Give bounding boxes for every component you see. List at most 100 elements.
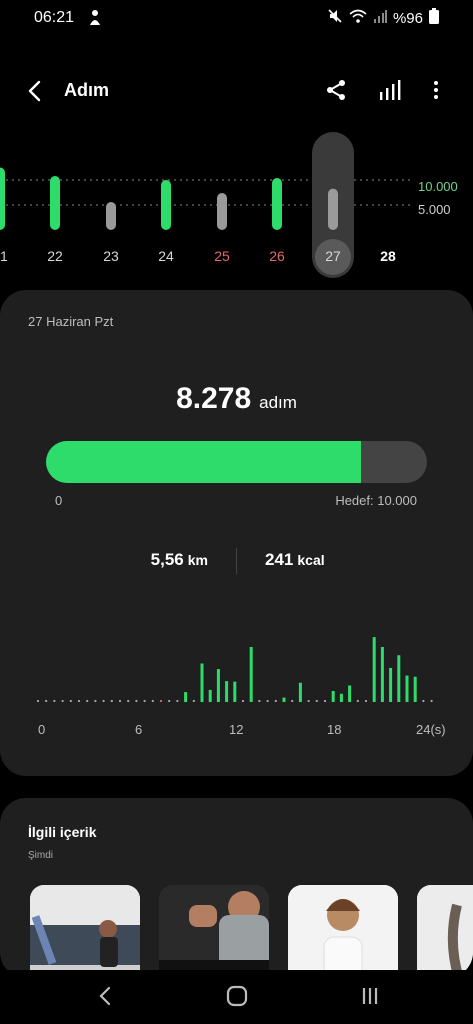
related-title: İlgili içerik — [28, 824, 97, 840]
progress-min-label: 0 — [55, 493, 63, 508]
day-bar-21[interactable] — [0, 167, 5, 231]
hourly-bar — [389, 667, 393, 702]
hourly-dot — [307, 699, 310, 703]
hourly-bar — [413, 676, 417, 702]
share-button[interactable] — [324, 78, 348, 102]
nav-back-button[interactable] — [94, 984, 118, 1008]
related-thumbnail-2[interactable] — [159, 885, 269, 978]
hourly-dot — [291, 699, 294, 703]
goal-line-label-low: 5.000 — [418, 202, 451, 217]
related-thumbnail-4[interactable] — [417, 885, 473, 978]
hourly-bar — [208, 689, 212, 702]
day-label-27[interactable]: 27 — [318, 248, 348, 264]
hourly-chart-svg — [36, 637, 433, 703]
back-button[interactable] — [22, 78, 48, 104]
hourly-bar — [348, 685, 352, 702]
hourly-dot — [135, 699, 138, 703]
day-label-22[interactable]: 22 — [40, 248, 70, 264]
chevron-left-icon — [28, 80, 41, 102]
metric-divider — [236, 548, 237, 574]
hourly-dot — [36, 699, 40, 703]
weekly-steps-chart[interactable]: 10.000 5.000 21 22 23 24 25 26 27 28 — [0, 130, 473, 290]
hourly-dot — [77, 699, 81, 703]
day-bar-22[interactable] — [50, 176, 60, 230]
workout-photo — [159, 885, 269, 978]
progress-goal-label: Hedef: 10.000 — [335, 493, 417, 508]
status-time: 06:21 — [34, 9, 75, 26]
hourly-bar — [184, 692, 188, 702]
hourly-dot — [176, 699, 179, 703]
hourly-dot — [266, 699, 269, 703]
related-subtitle: Şimdi — [28, 850, 54, 861]
hourly-dot — [168, 699, 171, 703]
day-bar-23[interactable] — [106, 202, 116, 230]
battery-icon — [429, 7, 439, 29]
related-thumbnail-1[interactable] — [30, 885, 140, 978]
hourly-dot — [364, 699, 368, 703]
hourly-dot — [110, 699, 113, 703]
day-bar-27[interactable] — [328, 188, 338, 230]
hourly-dot — [86, 699, 89, 703]
status-bar: 06:21 %96 — [0, 0, 473, 36]
hourly-bar — [298, 682, 302, 702]
hourly-dot — [102, 699, 105, 703]
hour-label-0: 0 — [38, 722, 46, 737]
weekly-chart-svg — [0, 132, 410, 278]
nav-recents-button[interactable] — [358, 984, 382, 1008]
hourly-dot — [241, 699, 245, 703]
day-bar-24[interactable] — [161, 180, 171, 230]
nav-home-button[interactable] — [225, 984, 249, 1008]
hourly-dot — [118, 699, 122, 703]
steps-value: 8.278 — [176, 382, 252, 415]
equipment-photo — [417, 885, 473, 978]
day-label-24[interactable]: 24 — [151, 248, 181, 264]
app-header: Adım — [0, 66, 473, 116]
hourly-bar — [339, 693, 343, 702]
hourly-dot — [159, 699, 163, 703]
hourly-dot — [323, 699, 327, 703]
day-bar-25[interactable] — [217, 193, 227, 230]
hour-label-12: 12 — [229, 722, 244, 737]
hourly-dot — [192, 699, 195, 703]
more-options-button[interactable] — [424, 78, 448, 102]
day-label-25[interactable]: 25 — [207, 248, 237, 264]
trends-button[interactable] — [378, 78, 402, 102]
hourly-dot — [143, 699, 146, 703]
hourly-dot — [151, 699, 154, 703]
hourly-dot — [315, 699, 318, 703]
hour-label-18: 18 — [327, 722, 342, 737]
hourly-bar — [372, 637, 376, 702]
daily-summary-card: 27 Haziran Pzt 8.278 adım 0 Hedef: 10.000… — [0, 290, 473, 776]
hourly-dot — [61, 699, 64, 703]
nav-recents-icon — [362, 988, 378, 1004]
calories-value: 241 — [265, 550, 294, 569]
battery-percent: %96 — [392, 9, 423, 27]
yoga-photo — [30, 885, 140, 978]
notification-icon — [87, 9, 103, 27]
hour-label-6: 6 — [135, 722, 143, 737]
hourly-bar — [331, 691, 335, 702]
hourly-dot — [69, 699, 72, 703]
day-label-21[interactable]: 21 — [0, 248, 15, 264]
day-label-23[interactable]: 23 — [96, 248, 126, 264]
hourly-bar — [249, 647, 253, 702]
hourly-dot — [356, 699, 359, 703]
hourly-bar — [397, 655, 401, 702]
goal-progress-bar — [46, 441, 427, 483]
related-content-card: İlgili içerik Şimdi — [0, 798, 473, 978]
hourly-bar — [405, 675, 409, 702]
related-thumbnail-3[interactable] — [288, 885, 398, 978]
distance-value: 5,56 — [150, 550, 184, 569]
hourly-bar — [233, 681, 237, 702]
hourly-dot — [422, 699, 425, 703]
distance-metric: 5,56 km — [151, 550, 208, 570]
day-label-28[interactable]: 28 — [373, 248, 403, 264]
hourly-dot — [94, 699, 97, 703]
day-bar-26[interactable] — [272, 178, 282, 230]
hourly-dot — [45, 699, 48, 703]
hourly-dot — [430, 699, 433, 703]
hourly-bar — [200, 663, 204, 702]
hourly-dot — [274, 699, 277, 703]
metrics-row: 5,56 km 241 kcal — [0, 548, 473, 578]
day-label-26[interactable]: 26 — [262, 248, 292, 264]
